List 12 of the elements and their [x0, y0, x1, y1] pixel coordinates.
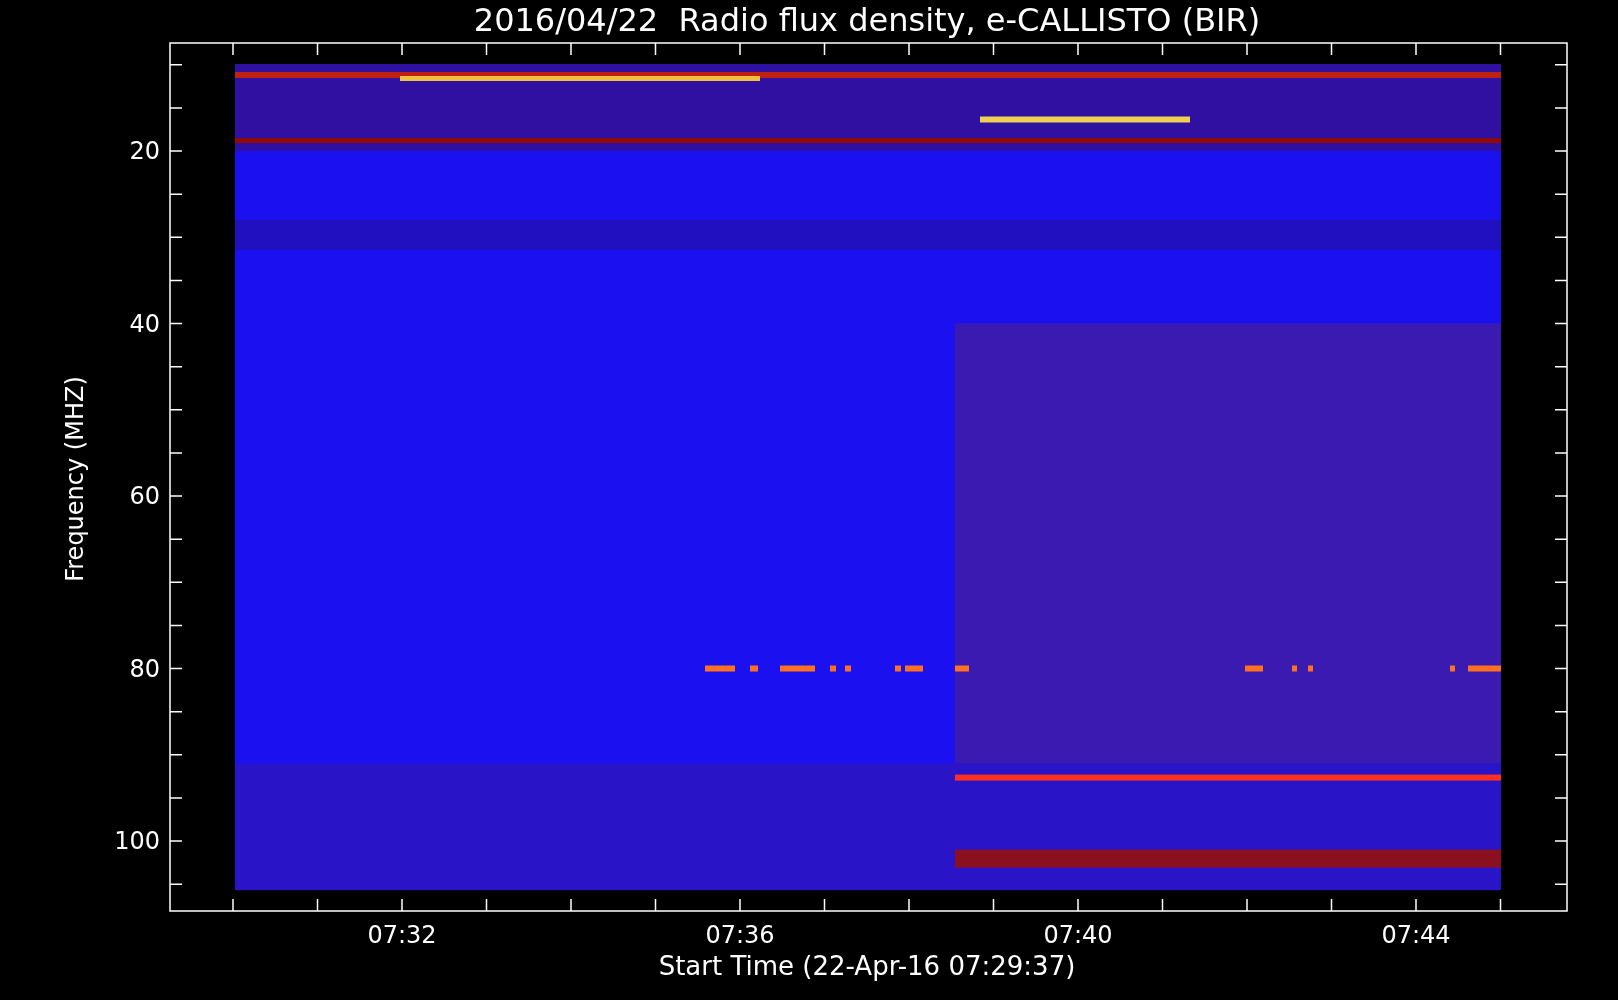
- tick-label: 60: [129, 482, 160, 510]
- tick-label: 07:44: [1380, 921, 1452, 949]
- axis-title: Start Time (22-Apr-16 07:29:37): [657, 950, 1077, 982]
- tick-label: 07:32: [366, 921, 438, 949]
- tick-label: 20: [129, 137, 160, 165]
- tick-label: 40: [129, 309, 160, 338]
- chart-title: 2016/04/22 Radio flux density, e-CALLISTO (BIR): [472, 0, 1262, 40]
- tick-label: 100: [114, 827, 160, 855]
- tick-label: 80: [129, 654, 160, 683]
- tick-label: 07:36: [704, 921, 776, 949]
- tick-label: 07:40: [1042, 921, 1114, 949]
- axis-title: Frequency (MHZ): [60, 375, 90, 584]
